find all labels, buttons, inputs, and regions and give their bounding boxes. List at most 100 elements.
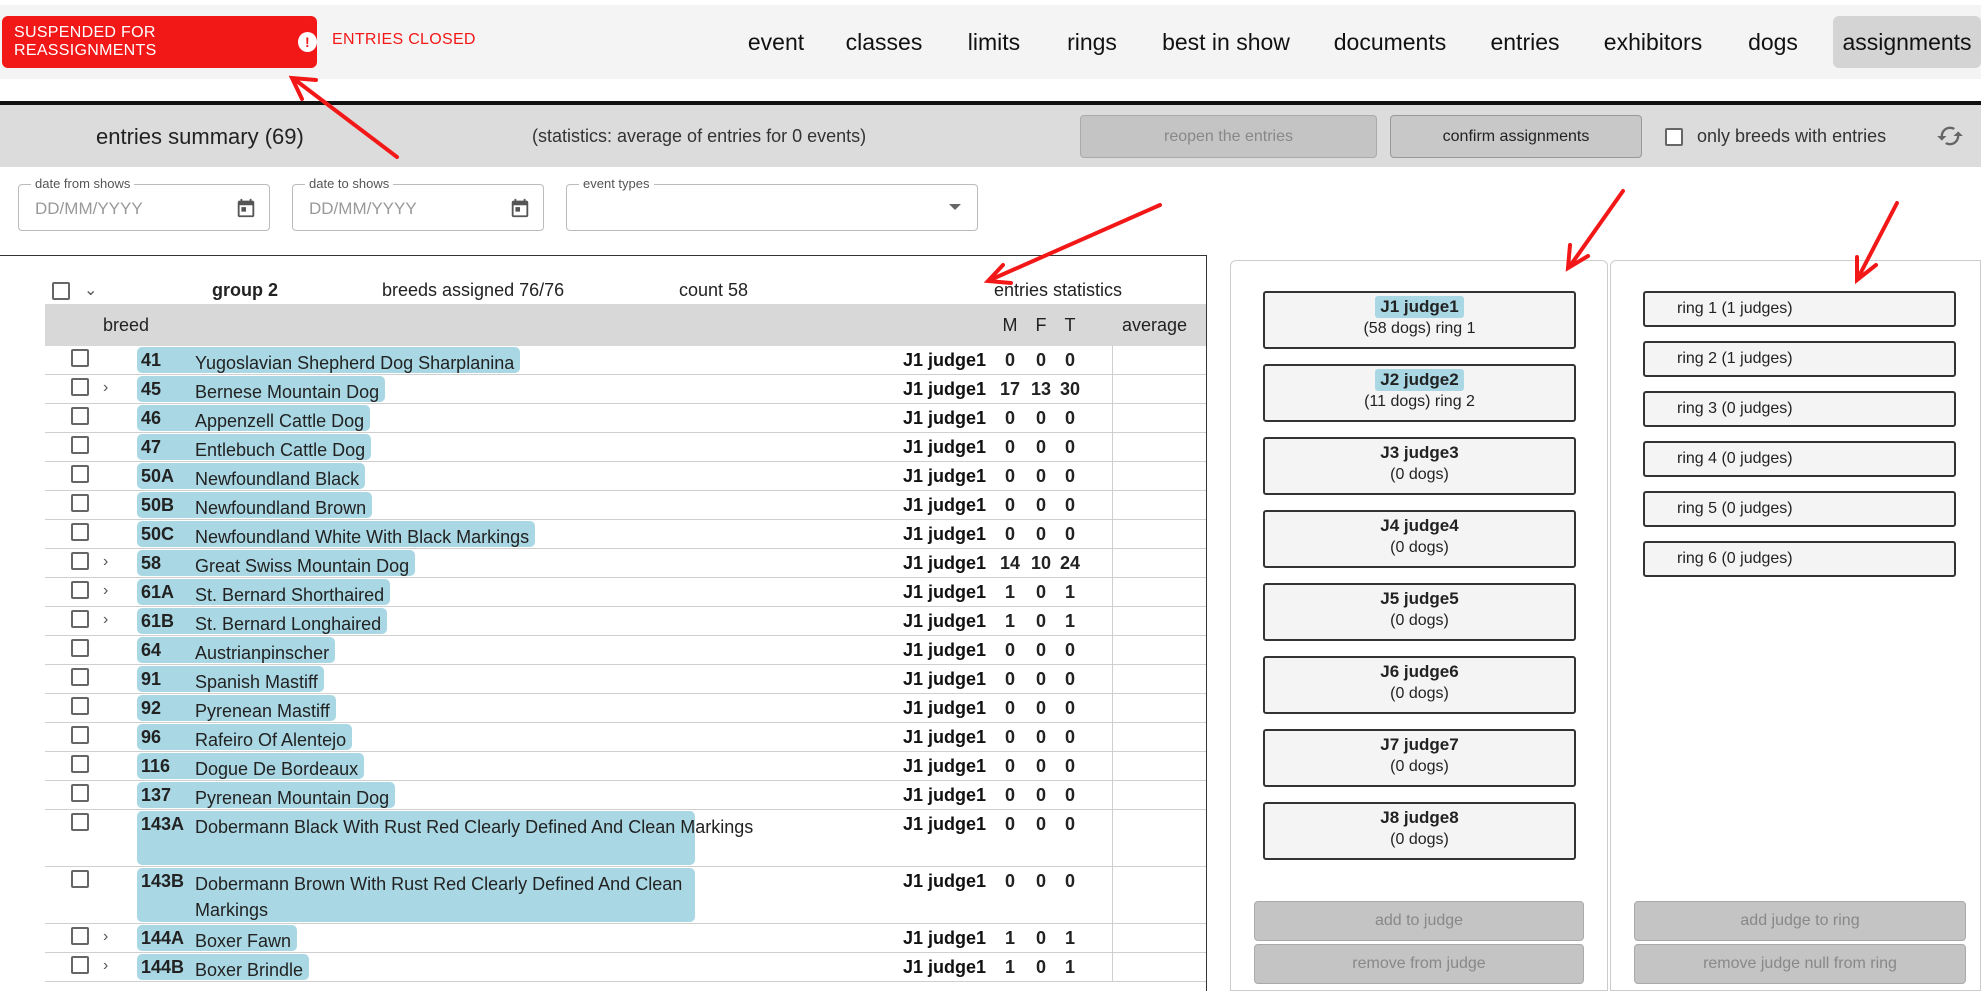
table-row[interactable]: 143B Dobermann Brown With Rust Red Clearl…: [45, 867, 1206, 924]
remove-from-judge-button[interactable]: remove from judge: [1254, 944, 1584, 984]
breed-name: St. Bernard Longhaired: [195, 614, 382, 634]
female-count: 0: [1035, 437, 1046, 457]
assigned-judge: J1 judge1: [903, 379, 987, 399]
ring-label: ring 2 (1 judges): [1677, 350, 1793, 367]
row-checkbox[interactable]: [71, 407, 89, 425]
row-checkbox[interactable]: [71, 755, 89, 773]
breed-name: Dogue De Bordeaux: [195, 759, 359, 779]
chevron-right-icon[interactable]: ›: [103, 379, 108, 397]
row-checkbox[interactable]: [71, 378, 89, 396]
reopen-entries-button[interactable]: reopen the entries: [1080, 115, 1377, 158]
nav-event[interactable]: event: [736, 16, 816, 68]
calendar-icon[interactable]: [509, 197, 531, 219]
row-checkbox[interactable]: [71, 697, 89, 715]
breed-name: St. Bernard Shorthaired: [195, 585, 385, 605]
table-row[interactable]: 41 Yugoslavian Shepherd Dog Sharplanina J1…: [45, 346, 1206, 375]
row-checkbox[interactable]: [71, 523, 89, 541]
nav-documents[interactable]: documents: [1322, 16, 1458, 68]
table-row[interactable]: 92 Pyrenean Mastiff J1 judge1 0 0 0: [45, 694, 1206, 723]
judge-card[interactable]: J1 judge1 (58 dogs) ring 1: [1263, 291, 1576, 349]
table-row[interactable]: 91 Spanish Mastiff J1 judge1 0 0 0: [45, 665, 1206, 694]
row-checkbox[interactable]: [71, 610, 89, 628]
refresh-icon[interactable]: [1936, 122, 1964, 150]
add-judge-to-ring-button[interactable]: add judge to ring: [1634, 901, 1966, 941]
event-types-select[interactable]: event types: [566, 176, 978, 231]
row-checkbox[interactable]: [71, 870, 89, 888]
table-row[interactable]: 137 Pyrenean Mountain Dog J1 judge1 0 0 0: [45, 781, 1206, 810]
male-count: 0: [1004, 756, 1015, 776]
row-checkbox[interactable]: [71, 813, 89, 831]
date-to-field[interactable]: date to shows DD/MM/YYYY: [292, 176, 544, 231]
row-checkbox[interactable]: [71, 349, 89, 367]
nav-dogs[interactable]: dogs: [1734, 16, 1812, 68]
row-checkbox[interactable]: [71, 494, 89, 512]
suspended-badge[interactable]: SUSPENDED FOR REASSIGNMENTS !: [2, 16, 317, 68]
confirm-assignments-button[interactable]: confirm assignments: [1390, 115, 1642, 158]
table-row[interactable]: 50B Newfoundland Brown J1 judge1 0 0 0: [45, 491, 1206, 520]
chevron-right-icon[interactable]: ›: [103, 957, 108, 975]
table-row[interactable]: 50A Newfoundland Black J1 judge1 0 0 0: [45, 462, 1206, 491]
date-from-field[interactable]: date from shows DD/MM/YYYY: [18, 176, 270, 231]
add-to-judge-button[interactable]: add to judge: [1254, 901, 1584, 941]
judge-card[interactable]: J7 judge7 (0 dogs): [1263, 729, 1576, 787]
nav-classes[interactable]: classes: [836, 16, 932, 68]
row-checkbox[interactable]: [71, 581, 89, 599]
table-row[interactable]: › 58 Great Swiss Mountain Dog J1 judge1 14 10…: [45, 549, 1206, 578]
breed-name: Boxer Fawn: [195, 931, 292, 951]
table-row[interactable]: 64 Austrianpinscher J1 judge1 0 0 0: [45, 636, 1206, 665]
row-checkbox[interactable]: [71, 784, 89, 802]
table-row[interactable]: 47 Entlebuch Cattle Dog J1 judge1 0 0 0: [45, 433, 1206, 462]
nav-assignments[interactable]: assignments: [1833, 16, 1981, 68]
table-row[interactable]: › 61A St. Bernard Shorthaired J1 judge1 1 0 1: [45, 578, 1206, 607]
row-checkbox[interactable]: [71, 956, 89, 974]
table-row[interactable]: › 45 Bernese Mountain Dog J1 judge1 17 13 30: [45, 375, 1206, 404]
group-select-checkbox[interactable]: [52, 282, 70, 300]
male-count: 0: [1004, 727, 1015, 747]
ring-card[interactable]: ring 4 (0 judges): [1643, 441, 1956, 477]
chevron-right-icon[interactable]: ›: [103, 553, 108, 571]
nav-rings[interactable]: rings: [1054, 16, 1130, 68]
judge-card[interactable]: J4 judge4 (0 dogs): [1263, 510, 1576, 568]
table-row[interactable]: 50C Newfoundland White With Black Marking…: [45, 520, 1206, 549]
calendar-icon[interactable]: [235, 197, 257, 219]
row-checkbox[interactable]: [71, 726, 89, 744]
only-breeds-toggle[interactable]: only breeds with entries: [1665, 126, 1886, 147]
table-row[interactable]: 46 Appenzell Cattle Dog J1 judge1 0 0 0: [45, 404, 1206, 433]
judge-card[interactable]: J3 judge3 (0 dogs): [1263, 437, 1576, 495]
dropdown-arrow-icon: [949, 204, 961, 210]
total-count: 0: [1064, 756, 1075, 776]
nav-entries[interactable]: entries: [1478, 16, 1572, 68]
row-checkbox[interactable]: [71, 436, 89, 454]
row-checkbox[interactable]: [71, 668, 89, 686]
nav-limits[interactable]: limits: [952, 16, 1036, 68]
chevron-right-icon[interactable]: ›: [103, 611, 108, 629]
chevron-right-icon[interactable]: ›: [103, 582, 108, 600]
row-checkbox[interactable]: [71, 465, 89, 483]
table-row[interactable]: 143A Dobermann Black With Rust Red Clearl…: [45, 810, 1206, 867]
table-row[interactable]: 116 Dogue De Bordeaux J1 judge1 0 0 0: [45, 752, 1206, 781]
table-row[interactable]: › 144A Boxer Fawn J1 judge1 1 0 1: [45, 924, 1206, 953]
nav-exhibitors[interactable]: exhibitors: [1592, 16, 1714, 68]
judge-name: J6 judge6: [1380, 662, 1459, 681]
row-checkbox[interactable]: [71, 927, 89, 945]
judge-card[interactable]: J8 judge8 (0 dogs): [1263, 802, 1576, 860]
table-row[interactable]: › 61B St. Bernard Longhaired J1 judge1 1 0 1: [45, 607, 1206, 636]
chevron-down-icon[interactable]: ⌄: [84, 280, 97, 300]
ring-card[interactable]: ring 5 (0 judges): [1643, 491, 1956, 527]
judge-card[interactable]: J5 judge5 (0 dogs): [1263, 583, 1576, 641]
ring-card[interactable]: ring 1 (1 judges): [1643, 291, 1956, 327]
ring-card[interactable]: ring 3 (0 judges): [1643, 391, 1956, 427]
nav-best-in-show[interactable]: best in show: [1150, 16, 1302, 68]
remove-judge-from-ring-button[interactable]: remove judge null from ring: [1634, 944, 1966, 984]
row-checkbox[interactable]: [71, 639, 89, 657]
row-checkbox[interactable]: [71, 552, 89, 570]
table-row[interactable]: 96 Rafeiro Of Alentejo J1 judge1 0 0 0: [45, 723, 1206, 752]
ring-card[interactable]: ring 2 (1 judges): [1643, 341, 1956, 377]
table-row[interactable]: › 144B Boxer Brindle J1 judge1 1 0 1: [45, 953, 1206, 982]
judge-card[interactable]: J2 judge2 (11 dogs) ring 2: [1263, 364, 1576, 422]
ring-card[interactable]: ring 6 (0 judges): [1643, 541, 1956, 577]
judge-card[interactable]: J6 judge6 (0 dogs): [1263, 656, 1576, 714]
chevron-right-icon[interactable]: ›: [103, 928, 108, 946]
only-breeds-checkbox[interactable]: [1665, 127, 1683, 146]
total-count: 0: [1064, 727, 1075, 747]
